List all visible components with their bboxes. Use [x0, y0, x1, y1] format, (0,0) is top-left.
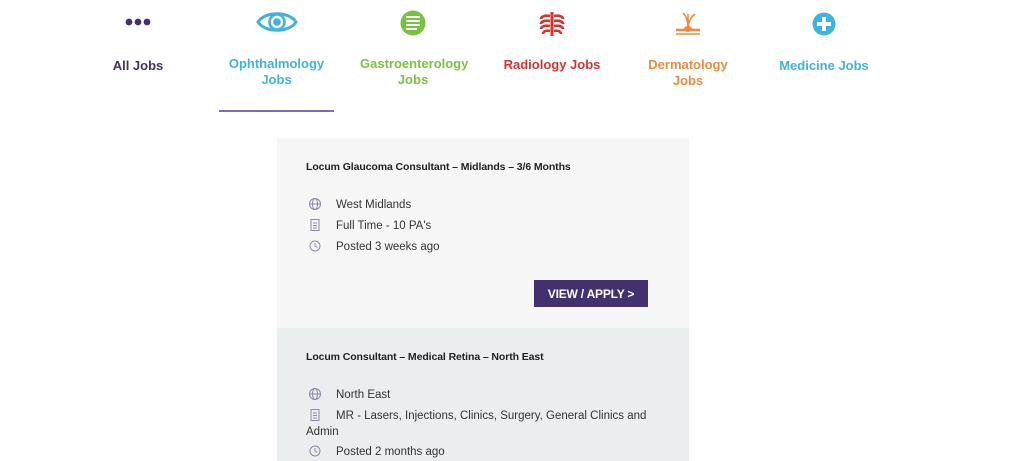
- intestine-icon: [400, 10, 426, 36]
- job-posted-row: Posted 3 weeks ago: [306, 239, 649, 255]
- job-location: North East: [336, 389, 391, 401]
- job-type-row: MR - Lasers, Injections, Clinics, Surger…: [306, 408, 649, 440]
- globe-icon: [309, 198, 321, 210]
- dots-icon: [125, 18, 151, 26]
- tab-gastroenterology-jobs[interactable]: Gastroenterology Jobs: [352, 8, 474, 88]
- job-card: Locum Consultant – Medical Retina – Nort…: [277, 328, 689, 461]
- tab-label: Radiology Jobs: [503, 57, 601, 72]
- job-posted: Posted 2 months ago: [336, 446, 445, 458]
- plus-circle-icon: [812, 12, 836, 36]
- tab-dermatology-jobs[interactable]: Dermatology Jobs: [636, 10, 740, 89]
- job-location: West Midlands: [336, 199, 412, 211]
- skin-hair-icon: [676, 12, 700, 35]
- tab-radiology-jobs[interactable]: Radiology Jobs: [498, 10, 606, 73]
- job-category-tabs: All Jobs Ophthalmology Jobs Gastroentero…: [0, 0, 1024, 115]
- clock-icon: [309, 445, 321, 457]
- tab-all-jobs[interactable]: All Jobs: [98, 14, 178, 74]
- document-icon: [310, 409, 320, 421]
- tab-label: Medicine Jobs: [779, 58, 869, 73]
- view-apply-button[interactable]: VIEW / APPLY >: [534, 280, 648, 307]
- document-icon: [310, 219, 320, 231]
- job-posted: Posted 3 weeks ago: [336, 241, 440, 253]
- active-tab-indicator: [219, 110, 334, 112]
- job-type-row: Full Time - 10 PA's: [306, 218, 649, 234]
- ribcage-icon: [539, 12, 565, 36]
- tab-medicine-jobs[interactable]: Medicine Jobs: [770, 11, 878, 74]
- job-type: Full Time - 10 PA's: [336, 220, 432, 232]
- job-location-row: North East: [306, 387, 649, 403]
- job-posted-row: Posted 2 months ago: [306, 444, 649, 460]
- globe-icon: [309, 388, 321, 400]
- eye-icon: [255, 12, 298, 32]
- job-card: Locum Glaucoma Consultant – Midlands – 3…: [277, 138, 689, 328]
- tab-label: Ophthalmology Jobs: [228, 56, 325, 87]
- tab-label: Gastroenterology Jobs: [360, 56, 469, 87]
- job-type: MR - Lasers, Injections, Clinics, Surger…: [306, 410, 647, 438]
- job-title[interactable]: Locum Consultant – Medical Retina – Nort…: [306, 351, 544, 363]
- job-title[interactable]: Locum Glaucoma Consultant – Midlands – 3…: [306, 161, 571, 173]
- tab-ophthalmology-jobs[interactable]: Ophthalmology Jobs: [219, 8, 334, 88]
- clock-icon: [309, 240, 321, 252]
- tab-label: All Jobs: [112, 58, 164, 73]
- tab-label: Dermatology Jobs: [648, 57, 728, 88]
- job-location-row: West Midlands: [306, 197, 649, 213]
